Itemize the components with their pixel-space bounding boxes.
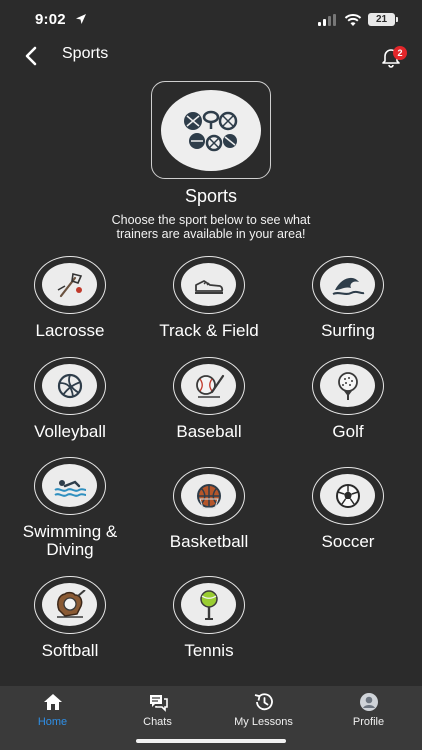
swimmer-icon <box>42 464 97 507</box>
page-title: Sports <box>62 45 109 62</box>
baseball-icon <box>181 364 236 407</box>
sport-label: Track & Field <box>159 321 259 340</box>
sport-label: Swimming & Diving <box>22 522 118 559</box>
location-arrow-icon <box>76 14 86 24</box>
soccer-ball-icon <box>320 474 375 517</box>
sport-label: Soccer <box>321 532 375 551</box>
sport-label: Surfing <box>321 321 375 340</box>
golf-ball-icon <box>320 364 375 407</box>
sport-icon-ring[interactable] <box>173 467 245 525</box>
battery-indicator: 21 <box>368 13 395 26</box>
sport-label: Softball <box>41 641 99 660</box>
signal-icon <box>318 14 336 26</box>
sneaker-icon <box>181 263 236 306</box>
sport-icon-ring[interactable] <box>34 457 106 515</box>
history-icon <box>254 693 273 711</box>
back-chevron-icon[interactable] <box>20 44 44 68</box>
home-icon <box>43 694 62 710</box>
sport-icon-ring[interactable] <box>34 357 106 415</box>
chat-icon <box>149 695 168 712</box>
tab-home[interactable]: Home <box>0 690 105 730</box>
basketball-icon <box>181 474 236 517</box>
tab-label: Chats <box>143 716 172 728</box>
wave-icon <box>320 263 375 306</box>
home-indicator <box>136 739 286 743</box>
tennis-icon <box>181 583 236 626</box>
volleyball-icon <box>42 364 97 407</box>
hero-subtitle: Choose the sport below to see what train… <box>111 213 311 241</box>
battery-nub <box>396 17 398 22</box>
wifi-icon <box>344 14 362 26</box>
sport-label: Baseball <box>176 422 242 441</box>
tab-profile[interactable]: Profile <box>316 690 421 730</box>
sport-icon-ring[interactable] <box>312 256 384 314</box>
sport-label: Basketball <box>169 532 249 551</box>
sport-icon-ring[interactable] <box>34 256 106 314</box>
lacrosse-icon <box>42 263 97 306</box>
sport-label: Volleyball <box>34 422 106 441</box>
profile-icon <box>359 693 378 711</box>
sport-icon-ring[interactable] <box>34 576 106 634</box>
sport-icon-ring[interactable] <box>173 256 245 314</box>
sports-equipment-icon <box>161 90 261 171</box>
tab-label: Profile <box>352 716 385 728</box>
sport-icon-ring[interactable] <box>173 576 245 634</box>
notification-badge: 2 <box>393 46 407 60</box>
sport-label: Golf <box>332 422 364 441</box>
sport-icon-ring[interactable] <box>312 467 384 525</box>
status-bar: 9:02 21 <box>0 0 422 40</box>
tab-label: Home <box>37 716 68 728</box>
softball-glove-icon <box>42 583 97 626</box>
tab-label: My Lessons <box>234 716 293 728</box>
sport-icon-ring[interactable] <box>312 357 384 415</box>
status-time: 9:02 <box>35 11 66 28</box>
tab-my-lessons[interactable]: My Lessons <box>211 690 316 730</box>
sport-icon-ring[interactable] <box>173 357 245 415</box>
sport-label: Tennis <box>184 641 234 660</box>
tab-chats[interactable]: Chats <box>105 690 210 730</box>
hero-title: Sports <box>184 186 238 206</box>
sport-label: Lacrosse <box>35 321 105 340</box>
